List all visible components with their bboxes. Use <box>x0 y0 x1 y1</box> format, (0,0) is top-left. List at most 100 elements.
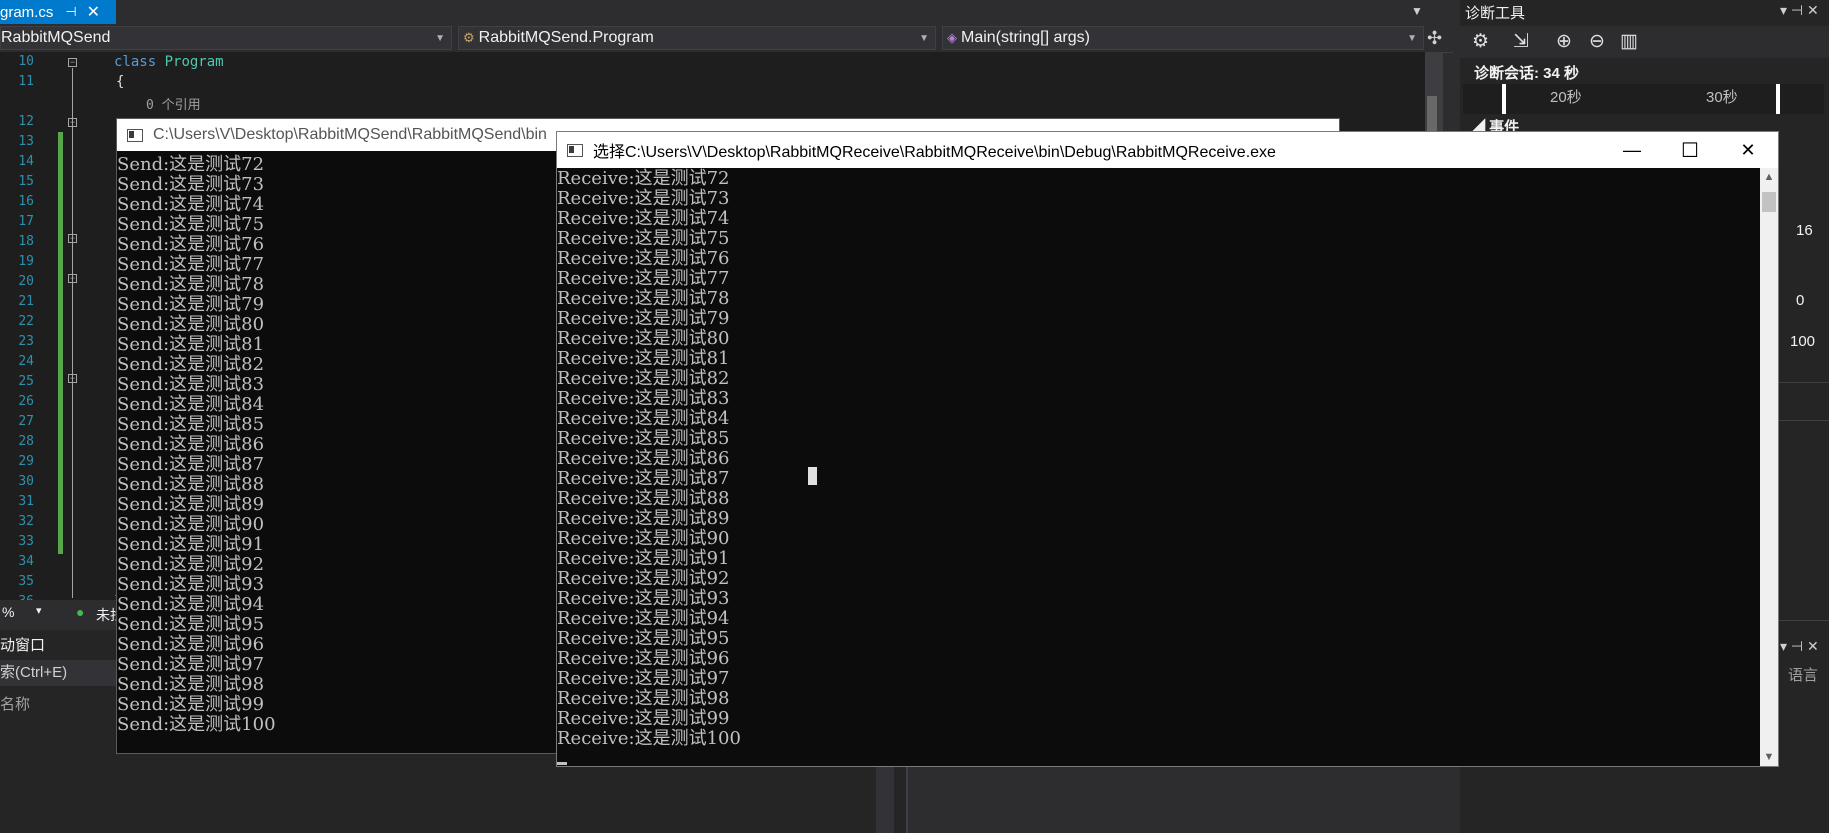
console-line: Receive:这是测试95 <box>557 628 730 649</box>
chart-icon[interactable]: ▥ <box>1620 30 1638 53</box>
type-dropdown[interactable]: ⚙ RabbitMQSend.Program ▼ <box>458 26 936 50</box>
console-line: Send:这是测试96 <box>117 634 265 655</box>
line-number: 19 <box>18 254 34 269</box>
console-line: Receive:这是测试99 <box>557 708 730 729</box>
graph-axis-value: 100 <box>1790 333 1816 350</box>
line-number: 27 <box>18 414 34 429</box>
console-line: Send:这是测试100 <box>117 714 276 735</box>
console-line: Receive:这是测试79 <box>557 308 730 329</box>
line-number: 25 <box>18 374 34 389</box>
console-line: Send:这是测试80 <box>117 314 265 335</box>
line-number: 11 <box>18 74 34 89</box>
line-number: 22 <box>18 314 34 329</box>
panel-controls[interactable]: ▾ ⊣ ✕ <box>1780 2 1819 19</box>
scroll-thumb[interactable] <box>1762 192 1776 212</box>
panel-controls[interactable]: ▾ ⊣ ✕ <box>1780 638 1819 655</box>
column-header-name[interactable]: 名称 <box>0 693 30 714</box>
line-number: 17 <box>18 214 34 229</box>
console-line: Send:这是测试92 <box>117 554 265 575</box>
console-line: Send:这是测试99 <box>117 694 265 715</box>
console-line: Send:这是测试94 <box>117 594 265 615</box>
console-line: Send:这是测试93 <box>117 574 265 595</box>
timeline-ruler[interactable] <box>1463 84 1824 114</box>
change-indicator <box>58 132 63 554</box>
class-name: Program <box>164 54 224 70</box>
console-line: Receive:这是测试77 <box>557 268 730 289</box>
tick-label: 20秒 <box>1550 89 1582 106</box>
console-line: Send:这是测试85 <box>117 414 265 435</box>
fold-toggle-icon[interactable]: − <box>68 374 77 383</box>
fold-toggle-icon[interactable]: − <box>68 58 77 67</box>
console-line: Send:这是测试95 <box>117 614 265 635</box>
console-line: Send:这是测试98 <box>117 674 265 695</box>
send-console-title: C:\Users\V\Desktop\RabbitMQSend\RabbitMQ… <box>153 126 547 143</box>
scroll-up-icon[interactable]: ▲ <box>1760 168 1778 186</box>
line-number: 33 <box>18 534 34 549</box>
receive-console-titlebar[interactable]: 选择C:\Users\V\Desktop\RabbitMQReceive\Rab… <box>557 132 1778 168</box>
console-line: Receive:这是测试76 <box>557 248 730 269</box>
console-icon <box>567 143 583 157</box>
console-line: Receive:这是测试92 <box>557 568 730 589</box>
console-line: Receive:这是测试85 <box>557 428 730 449</box>
line-number: 21 <box>18 294 34 309</box>
tab-label: gram.cs <box>0 3 54 21</box>
console-line: Send:这是测试76 <box>117 234 265 255</box>
console-line: Receive:这是测试87 <box>557 468 730 489</box>
close-button[interactable]: ✕ <box>1720 132 1776 168</box>
console-line: Receive:这是测试82 <box>557 368 730 389</box>
pin-icon[interactable]: ⊣ <box>65 4 76 20</box>
close-icon[interactable]: ✕ <box>87 2 100 22</box>
line-number: 24 <box>18 354 34 369</box>
receive-console-scrollbar[interactable]: ▲ ▼ <box>1760 168 1778 766</box>
export-icon[interactable]: ⇲ <box>1513 30 1529 53</box>
line-number: 29 <box>18 454 34 469</box>
chevron-down-icon: ▼ <box>1407 32 1417 44</box>
console-line: Send:这是测试78 <box>117 274 265 295</box>
scroll-down-icon[interactable]: ▼ <box>1760 748 1778 766</box>
console-line: Receive:这是测试90 <box>557 528 730 549</box>
console-line: Receive:这是测试88 <box>557 488 730 509</box>
chevron-down-icon: ▼ <box>435 32 445 44</box>
document-tab-bar <box>0 0 1460 24</box>
console-line: Receive:这是测试75 <box>557 228 730 249</box>
codelens-references[interactable]: 0 个引用 <box>146 94 201 113</box>
line-number: 15 <box>18 174 34 189</box>
fold-toggle-icon[interactable]: − <box>68 274 77 283</box>
fold-toggle-icon[interactable]: − <box>68 118 77 127</box>
zoom-level[interactable]: % <box>2 604 14 620</box>
console-line: Send:这是测试77 <box>117 254 265 275</box>
project-dropdown[interactable]: RabbitMQSend ▼ <box>0 26 452 50</box>
console-line: Send:这是测试83 <box>117 374 265 395</box>
console-line: Receive:这是测试97 <box>557 668 730 689</box>
type-label: RabbitMQSend.Program <box>478 29 654 46</box>
fold-toggle-icon[interactable]: − <box>68 234 77 243</box>
class-icon: ⚙ <box>463 30 475 45</box>
timeline-end-marker[interactable] <box>1776 84 1780 114</box>
console-line: Receive:这是测试72 <box>557 168 730 189</box>
receive-console-window[interactable]: 选择C:\Users\V\Desktop\RabbitMQReceive\Rab… <box>556 131 1779 767</box>
console-line: Receive:这是测试86 <box>557 448 730 469</box>
settings-gear-icon[interactable]: ⚙ <box>1472 30 1489 53</box>
mouse-text-cursor <box>808 467 817 485</box>
diagnostic-tools-title: 诊断工具 <box>1465 5 1526 22</box>
tab-overflow-icon[interactable]: ▼ <box>1411 4 1423 18</box>
console-line: Send:这是测试87 <box>117 454 265 475</box>
keyword-class: class <box>114 54 157 70</box>
document-tab-program-cs[interactable]: gram.cs ⊣ ✕ <box>0 0 116 24</box>
maximize-button[interactable]: ☐ <box>1662 132 1718 168</box>
chevron-down-icon[interactable]: ▾ <box>36 604 42 617</box>
timeline-start-marker[interactable] <box>1502 84 1506 114</box>
line-number: 32 <box>18 514 34 529</box>
console-line: Send:这是测试89 <box>117 494 265 515</box>
zoom-in-icon[interactable]: ⊕ <box>1556 30 1572 53</box>
line-number: 20 <box>18 274 34 289</box>
console-line: Receive:这是测试91 <box>557 548 730 569</box>
column-header-language[interactable]: 语言 <box>1788 664 1818 685</box>
split-editor-icon[interactable]: ✣ <box>1427 28 1442 49</box>
zoom-out-icon[interactable]: ⊖ <box>1589 30 1605 53</box>
line-number: 16 <box>18 194 34 209</box>
member-dropdown[interactable]: ◈ Main(string[] args) ▼ <box>942 26 1424 50</box>
console-line: Send:这是测试86 <box>117 434 265 455</box>
minimize-button[interactable]: — <box>1604 132 1660 168</box>
project-label: RabbitMQSend <box>1 29 111 46</box>
